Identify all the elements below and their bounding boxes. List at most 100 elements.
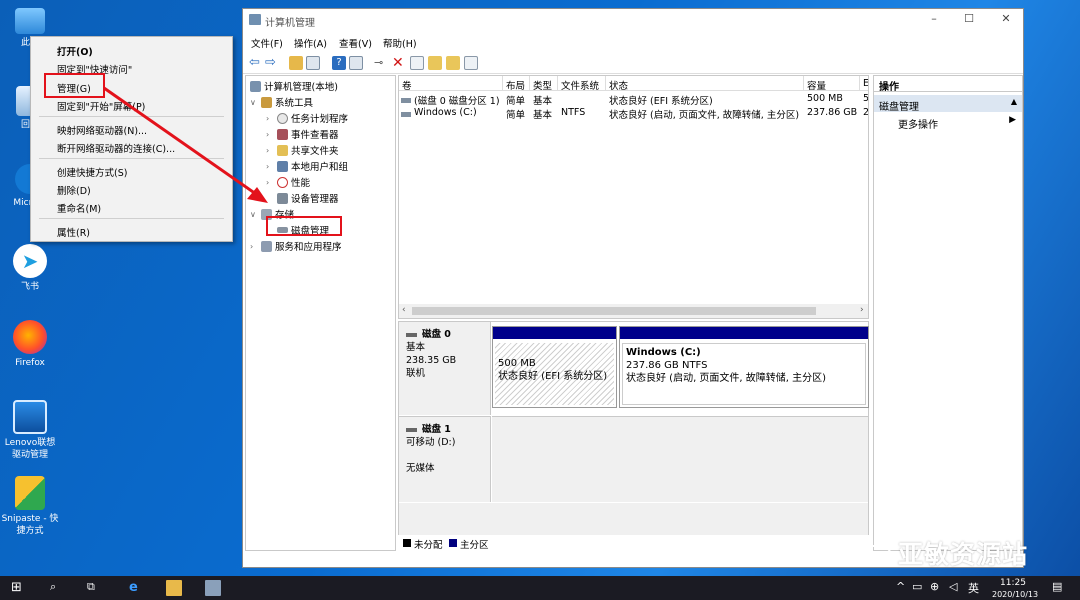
menu-item-delete[interactable]: 删除(D) [57,183,91,197]
menu-help[interactable]: 帮助(H) [383,36,417,50]
disk-status: 无媒体 [406,463,435,474]
clock-icon [277,112,288,124]
folder-search-icon[interactable] [446,56,460,70]
task-view-icon[interactable]: ⧉ [87,580,95,596]
chevron-right-icon[interactable]: › [266,178,274,187]
delete-icon[interactable]: ✕ [392,56,406,70]
volume-icon[interactable]: ◁ [949,580,957,596]
tree-label: 本地用户和组 [291,162,349,173]
table-row[interactable]: (磁盘 0 磁盘分区 1) 简单 基本 状态良好 (EFI 系统分区) 500 … [399,93,868,107]
lenovo-icon [13,400,47,434]
desktop-icon-feishu[interactable]: ➤ 飞书 [0,244,60,293]
search-icon[interactable]: ⌕ [50,580,56,596]
column-header-free[interactable]: E [860,76,868,91]
partition-bar [493,327,616,339]
menu-file[interactable]: 文件(F) [251,36,283,50]
forward-icon[interactable]: ⇨ [265,56,279,70]
menu-action[interactable]: 操作(A) [294,36,327,50]
chevron-right-icon[interactable]: › [266,114,274,123]
highlight-disk-management [266,216,342,236]
disk-size [406,449,483,462]
show-hide-tree-icon[interactable] [306,56,320,70]
shared-folder-icon [277,144,288,156]
chevron-down-icon[interactable]: ∨ [250,210,258,219]
column-header-filesystem[interactable]: 文件系统 [558,76,606,91]
chevron-up-icon[interactable]: ^ [896,580,905,596]
properties-icon[interactable] [349,56,363,70]
menu-item-map-drive[interactable]: 映射网络驱动器(N)... [57,123,147,137]
connect-icon[interactable]: ⊸ [374,56,388,70]
file-explorer-icon[interactable] [166,580,182,596]
scroll-left-icon[interactable]: ‹ [402,305,406,315]
table-row[interactable]: Windows (C:) 简单 基本 NTFS 状态良好 (启动, 页面文件, … [399,107,868,121]
back-icon[interactable]: ⇦ [249,56,263,70]
actions-more[interactable]: 更多操作 ▶ [874,114,1022,131]
desktop-icon-snipaste[interactable]: Snipaste - 快捷方式 [0,476,60,537]
edge-taskbar-icon[interactable]: e [129,580,138,596]
chevron-right-icon[interactable]: › [250,242,258,251]
chevron-down-icon[interactable]: ∨ [250,98,258,107]
menu-bar: 文件(F) 操作(A) 查看(V) 帮助(H) [243,33,1023,51]
maximize-icon[interactable]: ☐ [961,12,977,25]
view-icon[interactable] [464,56,478,70]
menu-view[interactable]: 查看(V) [339,36,372,50]
actions-section-disk-management[interactable]: 磁盘管理 ▲ [874,95,1022,113]
collapse-icon[interactable]: ▲ [1011,97,1017,106]
help-icon[interactable]: ? [332,56,346,70]
context-menu: 打开(O) 固定到"快速访问" 管理(G) 固定到"开始"屏幕(P) 映射网络驱… [30,36,233,242]
chevron-right-icon[interactable]: › [266,146,274,155]
disk-1-label[interactable]: 磁盘 1 可移动 (D:) 无媒体 [399,416,491,502]
battery-icon[interactable]: ▭ [912,580,922,596]
notification-icon[interactable]: ▤ [1052,580,1062,596]
tree-item-device-manager[interactable]: 设备管理器 [266,191,339,205]
computer-management-icon [250,80,261,92]
tree-item-services-apps[interactable]: › 服务和应用程序 [250,239,342,253]
menu-item-create-shortcut[interactable]: 创建快捷方式(S) [57,165,127,179]
menu-item-open[interactable]: 打开(O) [57,44,93,58]
column-header-status[interactable]: 状态 [606,76,804,91]
desktop-icon-label: Snipaste - 快捷方式 [1,514,59,536]
window-title: 计算机管理 [265,18,315,29]
chevron-right-icon[interactable]: › [266,130,274,139]
partition-windows[interactable]: Windows (C:) 237.86 GB NTFS 状态良好 (启动, 页面… [619,326,869,408]
column-header-volume[interactable]: 卷 [399,76,503,91]
disk-0-label[interactable]: 磁盘 0 基本 238.35 GB 联机 [399,322,491,415]
tree-item-local-users[interactable]: › 本地用户和组 [266,159,348,173]
horizontal-scrollbar[interactable]: ‹ › [399,304,868,318]
ime-indicator[interactable]: 英 [968,580,979,596]
tree-item-shared-folders[interactable]: › 共享文件夹 [266,143,339,157]
tree-item-root[interactable]: 计算机管理(本地) [250,79,338,93]
menu-item-properties[interactable]: 属性(R) [57,225,90,239]
desktop-icon-firefox[interactable]: Firefox [0,320,60,369]
network-icon[interactable]: ⊕ [930,580,939,596]
chevron-right-icon[interactable]: › [266,162,274,171]
clock-date[interactable]: 2020/10/13 [992,590,1038,600]
close-icon[interactable]: ✕ [998,12,1014,25]
cell-status: 状态良好 (启动, 页面文件, 故障转储, 主分区) [609,110,800,121]
watermark-text: 亚敏资源站 [898,540,1029,569]
computer-management-taskbar-icon[interactable] [205,580,221,596]
partition-efi[interactable]: 500 MB 状态良好 (EFI 系统分区) [492,326,617,408]
disk-icon [406,332,417,337]
menu-item-disconnect-drive[interactable]: 断开网络驱动器的连接(C)... [57,141,175,155]
menu-item-pin-start[interactable]: 固定到"开始"屏幕(P) [57,99,145,113]
menu-item-rename[interactable]: 重命名(M) [57,201,101,215]
tree-item-event-viewer[interactable]: › 事件查看器 [266,127,339,141]
minimize-icon[interactable]: – [926,12,942,25]
up-folder-icon[interactable] [289,56,303,70]
title-bar[interactable]: 计算机管理 – ☐ ✕ [243,9,1023,32]
column-header-capacity[interactable]: 容量 [804,76,860,91]
desktop-icon-lenovo[interactable]: Lenovo联想 驱动管理 [0,400,60,461]
users-icon [277,160,288,172]
scroll-thumb[interactable] [412,307,816,315]
check-icon[interactable] [410,56,424,70]
column-header-layout[interactable]: 布局 [503,76,530,91]
column-header-type[interactable]: 类型 [530,76,558,91]
tree-item-system-tools[interactable]: ∨ 系统工具 [250,95,313,109]
scroll-right-icon[interactable]: › [860,305,864,315]
tree-item-task-scheduler[interactable]: › 任务计划程序 [266,111,348,125]
folder-up-icon[interactable] [428,56,442,70]
device-manager-icon [277,192,288,204]
tree-item-performance[interactable]: › 性能 [266,175,310,189]
start-icon[interactable]: ⊞ [11,580,22,596]
